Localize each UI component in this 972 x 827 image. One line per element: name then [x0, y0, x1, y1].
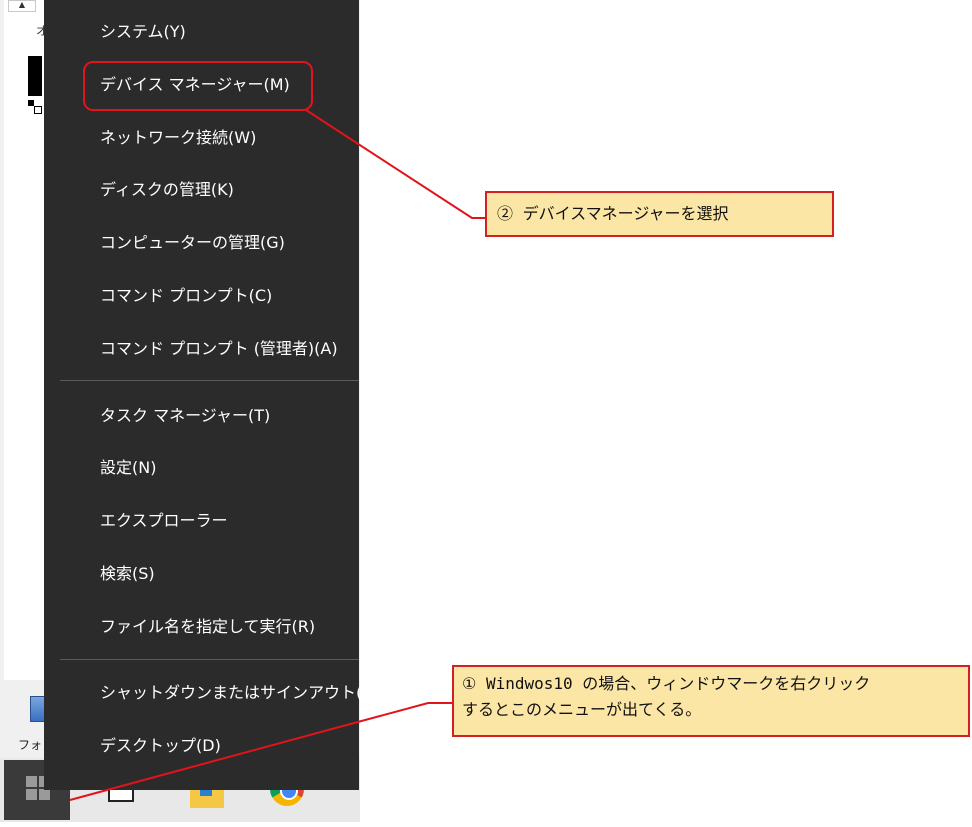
menu-item-network-connections[interactable]: ネットワーク接続(W)	[100, 126, 256, 150]
winx-context-menu: システム(Y) デバイス マネージャー(M) ネットワーク接続(W) ディスクの…	[44, 0, 380, 790]
menu-item-settings[interactable]: 設定(N)	[100, 456, 156, 480]
menu-item-shutdown-signout[interactable]: シャットダウンまたはサインアウト(U)	[100, 681, 380, 705]
background-window	[4, 0, 45, 680]
callout-step2: ② デバイスマネージャーを選択	[485, 191, 834, 237]
menu-item-explorer[interactable]: エクスプローラー	[100, 509, 228, 533]
callout-step1-line2: するとこのメニューが出てくる。	[462, 700, 702, 719]
background-black-block	[28, 56, 42, 96]
menu-item-command-prompt-admin[interactable]: コマンド プロンプト (管理者)(A)	[100, 337, 338, 361]
callout-step1-line1: ① Windwos10 の場合、ウィンドウマークを右クリック	[462, 674, 871, 693]
menu-item-system[interactable]: システム(Y)	[100, 20, 186, 44]
menu-item-task-manager[interactable]: タスク マネージャー(T)	[100, 404, 270, 428]
scroll-arrow-icon[interactable]: ▲	[8, 0, 36, 12]
menu-separator	[60, 659, 359, 660]
menu-item-run[interactable]: ファイル名を指定して実行(R)	[100, 615, 315, 639]
desktop-icon-label: フォ	[18, 738, 43, 752]
color-swatch-icon	[34, 106, 42, 114]
menu-separator	[60, 380, 359, 381]
callout-step1: ① Windwos10 の場合、ウィンドウマークを右クリック するとこのメニュー…	[452, 665, 970, 737]
menu-item-disk-management[interactable]: ディスクの管理(K)	[100, 178, 234, 202]
menu-item-computer-management[interactable]: コンピューターの管理(G)	[100, 231, 285, 255]
menu-item-command-prompt[interactable]: コマンド プロンプト(C)	[100, 284, 272, 308]
menu-item-search[interactable]: 検索(S)	[100, 562, 155, 586]
callout-step2-text: ② デバイスマネージャーを選択	[497, 204, 729, 223]
menu-item-desktop[interactable]: デスクトップ(D)	[100, 734, 221, 758]
device-manager-highlight	[83, 61, 313, 111]
